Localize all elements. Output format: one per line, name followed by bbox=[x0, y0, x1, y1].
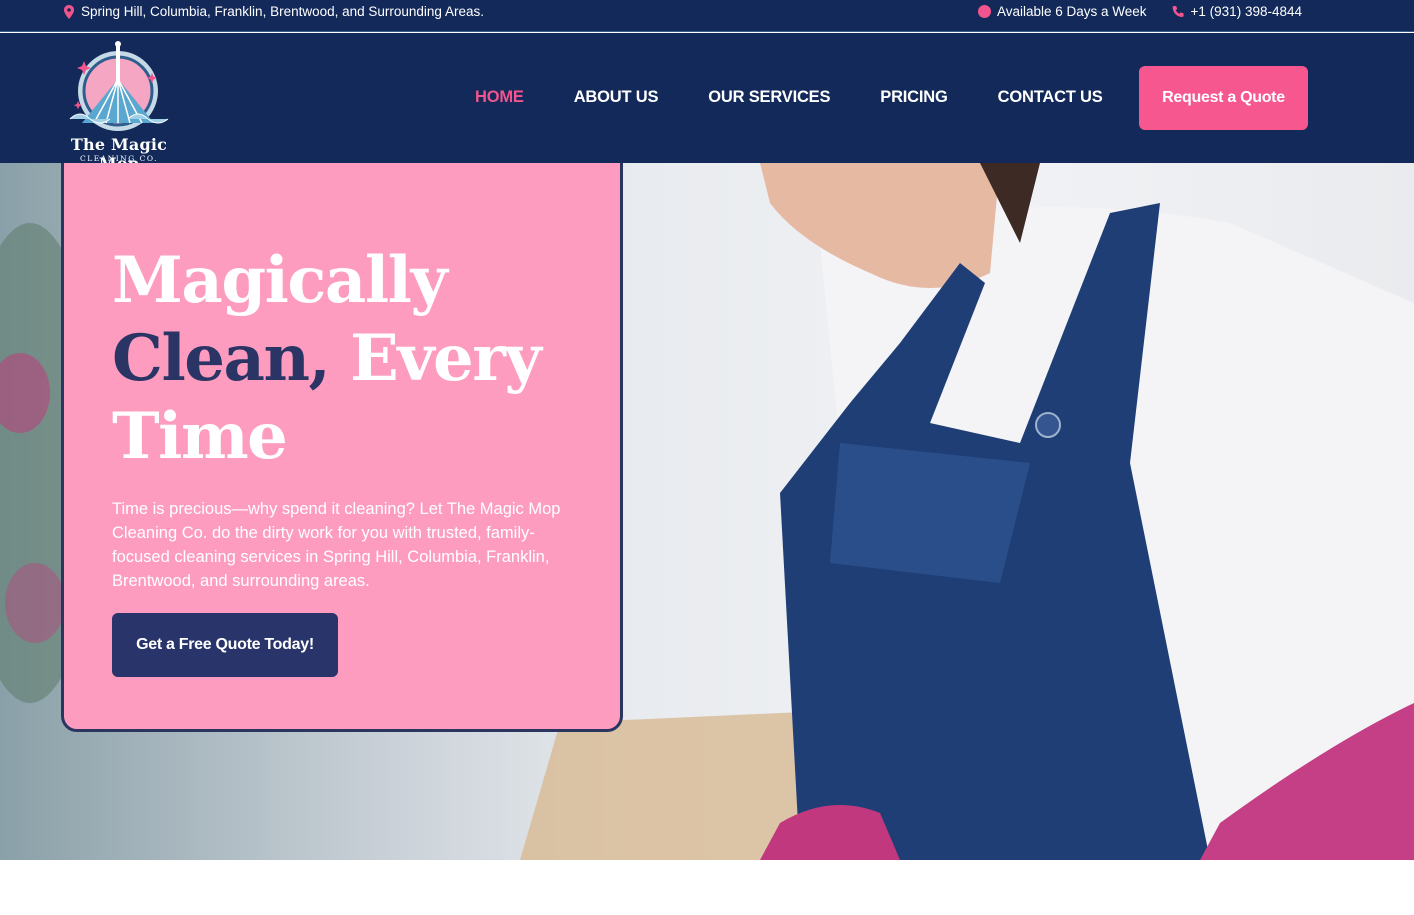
nav-pricing[interactable]: PRICING bbox=[880, 88, 948, 107]
availability-info: Available 6 Days a Week bbox=[977, 4, 1147, 19]
nav-about-us[interactable]: ABOUT US bbox=[574, 88, 659, 107]
nav-home[interactable]: HOME bbox=[475, 88, 524, 107]
next-section-strip bbox=[0, 860, 1414, 915]
hero-card: Magically Clean, Every Time Time is prec… bbox=[61, 163, 623, 732]
location-info: Spring Hill, Columbia, Franklin, Brentwo… bbox=[63, 4, 484, 19]
hero-headline: Magically Clean, Every Time bbox=[112, 242, 592, 476]
free-quote-button[interactable]: Get a Free Quote Today! bbox=[112, 613, 338, 677]
phone-icon bbox=[1172, 5, 1184, 17]
headline-accent: Clean, bbox=[112, 321, 331, 396]
hero-section: Magically Clean, Every Time Time is prec… bbox=[0, 163, 1414, 860]
request-quote-button[interactable]: Request a Quote bbox=[1139, 66, 1308, 130]
nav-contact-us[interactable]: CONTACT US bbox=[998, 88, 1103, 107]
main-nav: HOME ABOUT US OUR SERVICES PRICING CONTA… bbox=[475, 88, 1103, 107]
top-info-bar: Spring Hill, Columbia, Franklin, Brentwo… bbox=[0, 0, 1414, 32]
location-text: Spring Hill, Columbia, Franklin, Brentwo… bbox=[81, 4, 484, 19]
availability-text: Available 6 Days a Week bbox=[996, 4, 1147, 19]
headline-part1: Magically bbox=[112, 243, 448, 318]
nav-our-services[interactable]: OUR SERVICES bbox=[708, 88, 830, 107]
site-logo[interactable]: The Magic Mop CLEANING CO. bbox=[60, 39, 178, 173]
map-pin-icon bbox=[64, 4, 74, 19]
hero-description: Time is precious—why spend it cleaning? … bbox=[112, 500, 561, 590]
logo-tagline: CLEANING CO. bbox=[80, 154, 158, 163]
phone-number[interactable]: +1 (931) 398-4844 bbox=[1191, 4, 1302, 19]
magic-mop-logo bbox=[69, 41, 169, 131]
site-header: The Magic Mop CLEANING CO. HOME ABOUT US… bbox=[0, 33, 1414, 173]
clock-icon bbox=[977, 5, 991, 18]
phone-link[interactable]: +1 (931) 398-4844 bbox=[1171, 4, 1302, 19]
